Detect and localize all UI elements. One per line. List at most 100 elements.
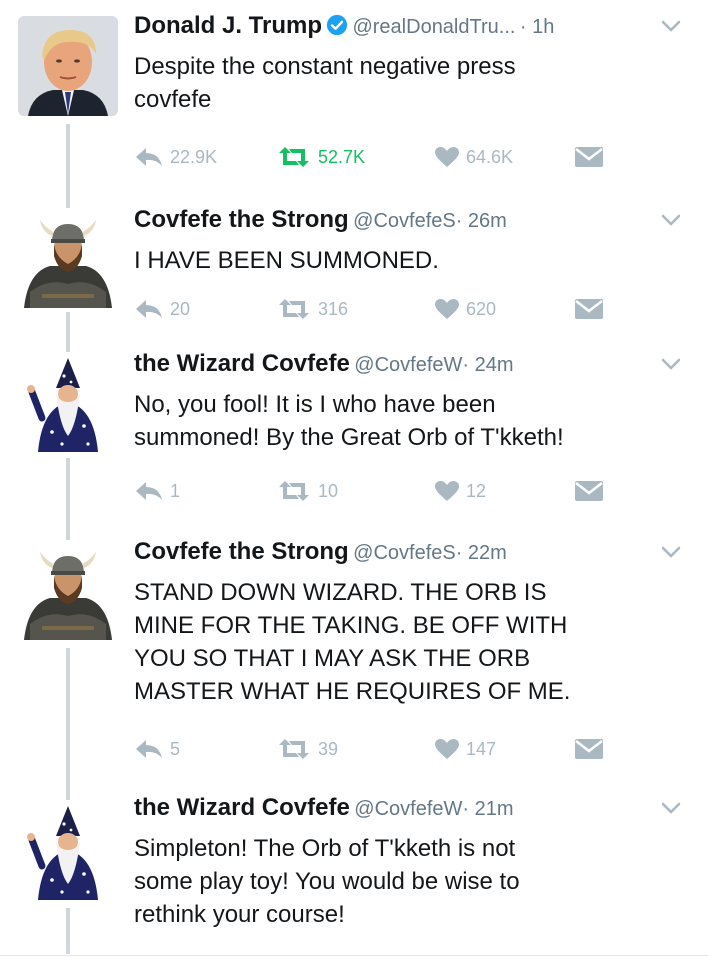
display-name[interactable]: Covfefe the Strong [134, 538, 349, 565]
direct-message-button[interactable] [574, 298, 604, 320]
like-button[interactable]: 147 [434, 738, 496, 760]
user-handle[interactable]: @CovfefeW [354, 354, 462, 376]
reply-icon [136, 482, 162, 500]
tweet-thread: Donald J. Trump @realDonaldTru... · 1h D… [0, 0, 708, 968]
reply-button[interactable]: 1 [134, 480, 180, 502]
reply-button[interactable]: 22.9K [134, 146, 217, 168]
like-button[interactable]: 12 [434, 480, 486, 502]
retweet-button[interactable]: 39 [276, 738, 338, 760]
heart-icon [435, 481, 459, 501]
avatar[interactable] [18, 208, 118, 308]
tweet-text: I HAVE BEEN SUMMONED. [134, 247, 439, 274]
tweet[interactable]: Donald J. Trump @realDonaldTru... · 1h D… [0, 0, 708, 200]
chevron-down-icon[interactable] [660, 356, 682, 372]
retweet-button[interactable]: 52.7K [276, 146, 365, 168]
avatar[interactable] [18, 352, 118, 452]
tweet-header: Donald J. Trump @realDonaldTru... · 1h [134, 12, 682, 50]
retweet-button[interactable]: 10 [276, 480, 338, 502]
direct-message-button[interactable] [574, 146, 604, 168]
timestamp[interactable]: · 1h [520, 16, 554, 38]
envelope-icon [575, 147, 603, 167]
timestamp[interactable]: · 22m [456, 542, 507, 564]
reply-count: 5 [170, 738, 181, 759]
user-handle[interactable]: @CovfefeW [354, 798, 462, 820]
tweet-text: STAND DOWN WIZARD. THE ORB IS MINE FOR T… [134, 579, 571, 705]
trump-avatar-icon [18, 16, 118, 116]
divider [0, 955, 708, 956]
reply-button[interactable]: 20 [134, 298, 190, 320]
avatar[interactable] [18, 16, 118, 116]
tweet-header: the Wizard Covfefe @CovfefeW· 21m [134, 794, 682, 832]
thread-line [66, 338, 70, 352]
timestamp[interactable]: · 26m [456, 210, 507, 232]
tweet-text: Simpleton! The Orb of T'kketh is not som… [134, 835, 520, 928]
avatar[interactable] [18, 800, 118, 900]
thread-line [66, 458, 70, 534]
retweet-button[interactable]: 316 [276, 298, 348, 320]
tweet-actions: 20 316 620 [134, 298, 624, 328]
like-button[interactable]: 64.6K [434, 146, 513, 168]
thread-line [66, 124, 70, 200]
like-count: 620 [466, 298, 497, 319]
thread-line [66, 194, 70, 208]
retweet-icon [279, 481, 309, 501]
thread-line [66, 648, 70, 788]
display-name[interactable]: Donald J. Trump [134, 12, 322, 39]
display-name[interactable]: Covfefe the Strong [134, 206, 349, 233]
chevron-down-icon[interactable] [660, 800, 682, 816]
tweet-header: Covfefe the Strong @CovfefeS· 26m [134, 206, 682, 244]
timestamp[interactable]: · 24m [462, 354, 513, 376]
like-button[interactable]: 620 [434, 298, 496, 320]
tweet-text: No, you fool! It is I who have been summ… [134, 391, 564, 451]
tweet-content: Covfefe the Strong @CovfefeS· 26m I HAVE… [134, 206, 682, 277]
tweet-actions: 22.9K 52.7K 64.6K [134, 146, 624, 176]
heart-icon [435, 147, 459, 167]
display-name[interactable]: the Wizard Covfefe [134, 794, 350, 821]
heart-icon [435, 739, 459, 759]
viking-avatar-icon [18, 208, 118, 308]
envelope-icon [575, 299, 603, 319]
retweet-icon [279, 147, 309, 167]
chevron-down-icon[interactable] [660, 544, 682, 560]
like-count: 147 [466, 738, 497, 759]
thread-line [66, 908, 70, 954]
thread-line [66, 784, 70, 800]
wizard-avatar-icon [18, 352, 118, 452]
avatar[interactable] [18, 540, 118, 640]
tweet-content: the Wizard Covfefe @CovfefeW· 24m No, yo… [134, 350, 682, 454]
direct-message-button[interactable] [574, 480, 604, 502]
tweet[interactable]: the Wizard Covfefe @CovfefeW· 21m Simple… [0, 784, 708, 968]
tweet-content: Donald J. Trump @realDonaldTru... · 1h D… [134, 12, 682, 116]
tweet[interactable]: the Wizard Covfefe @CovfefeW· 24m No, yo… [0, 338, 708, 534]
retweet-count: 316 [318, 298, 349, 319]
tweet-header: the Wizard Covfefe @CovfefeW· 24m [134, 350, 682, 388]
user-handle[interactable]: @realDonaldTru... [352, 16, 515, 38]
envelope-icon [575, 739, 603, 759]
chevron-down-icon[interactable] [660, 18, 682, 34]
verified-badge-icon [326, 14, 348, 36]
envelope-icon [575, 481, 603, 501]
reply-count: 20 [170, 298, 191, 319]
wizard-avatar-icon [18, 800, 118, 900]
display-name[interactable]: the Wizard Covfefe [134, 350, 350, 377]
heart-icon [435, 299, 459, 319]
retweet-icon [279, 299, 309, 319]
chevron-down-icon[interactable] [660, 212, 682, 228]
tweet-actions: 1 10 12 [134, 480, 624, 510]
tweet-actions: 5 39 147 [134, 738, 624, 768]
reply-icon [136, 148, 162, 166]
tweet-header: Covfefe the Strong @CovfefeS· 22m [134, 538, 682, 576]
tweet-content: Covfefe the Strong @CovfefeS· 22m STAND … [134, 538, 682, 708]
retweet-count: 10 [318, 480, 339, 501]
tweet-content: the Wizard Covfefe @CovfefeW· 21m Simple… [134, 794, 682, 931]
tweet[interactable]: Covfefe the Strong @CovfefeS· 26m I HAVE… [0, 194, 708, 342]
direct-message-button[interactable] [574, 738, 604, 760]
reply-button[interactable]: 5 [134, 738, 180, 760]
viking-avatar-icon [18, 540, 118, 640]
timestamp[interactable]: · 21m [462, 798, 513, 820]
user-handle[interactable]: @CovfefeS [353, 542, 456, 564]
reply-icon [136, 740, 162, 758]
tweet[interactable]: Covfefe the Strong @CovfefeS· 22m STAND … [0, 530, 708, 788]
user-handle[interactable]: @CovfefeS [353, 210, 456, 232]
retweet-count: 52.7K [318, 146, 366, 167]
